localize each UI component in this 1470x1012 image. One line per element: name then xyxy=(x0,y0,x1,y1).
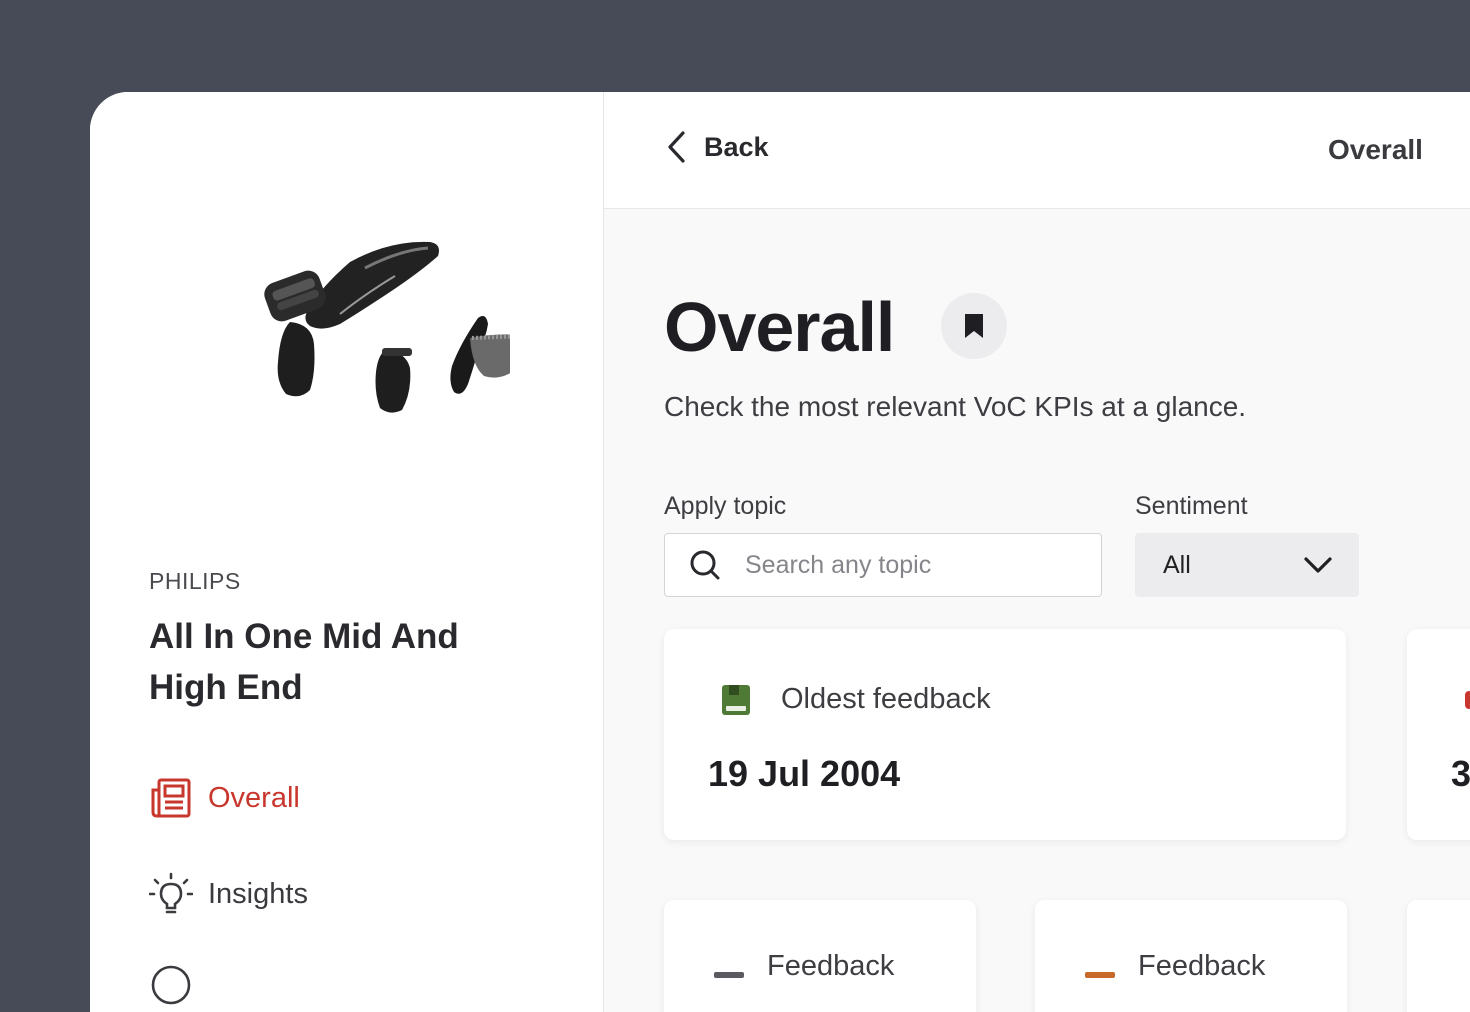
bookmark-button[interactable] xyxy=(941,293,1007,359)
sidebar-item-label: Insights xyxy=(208,877,308,910)
kpi-card: 3 xyxy=(1407,629,1470,840)
sentiment-select[interactable]: All xyxy=(1135,533,1359,597)
search-icon xyxy=(689,549,721,581)
back-label: Back xyxy=(704,131,769,162)
feedback-icon xyxy=(1085,972,1115,978)
main-content: Back Overall Overall Check the most rele… xyxy=(604,92,1470,1012)
topic-label: Apply topic xyxy=(664,492,787,520)
kpi-icon xyxy=(1465,691,1470,709)
kpi-value: 3 xyxy=(1451,753,1470,794)
feedback-card-label: Feedback xyxy=(1138,950,1266,982)
top-bar: Back Overall xyxy=(604,92,1470,209)
app-window: PHILIPS All In One Mid And High End Over… xyxy=(90,92,1470,1012)
back-button[interactable]: Back xyxy=(666,130,769,164)
circle-icon xyxy=(148,962,194,1008)
search-input[interactable] xyxy=(743,549,1087,581)
lightbulb-icon xyxy=(148,871,194,917)
sidebar-item-insights[interactable]: Insights xyxy=(148,871,308,917)
kpi-card-oldest-feedback: Oldest feedback 19 Jul 2004 xyxy=(664,629,1346,840)
product-name: All In One Mid And High End xyxy=(149,617,459,707)
bookmark-icon xyxy=(963,312,985,340)
newspaper-icon xyxy=(148,775,194,821)
brand-name: PHILIPS xyxy=(149,568,241,594)
page-subtitle: Check the most relevant VoC KPIs at a gl… xyxy=(664,391,1247,422)
feedback-card: Feedback xyxy=(664,900,976,1012)
feedback-icon xyxy=(714,972,744,978)
kpi-value: 19 Jul 2004 xyxy=(708,753,901,794)
kpi-label: Oldest feedback xyxy=(781,683,991,715)
page-title: Overall xyxy=(664,288,895,366)
topbar-title: Overall xyxy=(1328,134,1423,165)
sidebar-item-third[interactable] xyxy=(148,962,208,1008)
chevron-down-icon xyxy=(1303,556,1333,574)
sentiment-value: All xyxy=(1163,550,1191,579)
feedback-card-label: Feedback xyxy=(767,950,895,982)
topic-search xyxy=(664,533,1102,597)
product-image xyxy=(264,241,510,413)
sidebar-item-overall[interactable]: Overall xyxy=(148,775,300,821)
chevron-left-icon xyxy=(666,130,688,164)
sentiment-label: Sentiment xyxy=(1135,492,1248,520)
sidebar: PHILIPS All In One Mid And High End Over… xyxy=(90,92,604,1012)
feedback-card xyxy=(1407,900,1470,1012)
sidebar-item-label: Overall xyxy=(208,781,300,814)
feedback-card: Feedback xyxy=(1035,900,1347,1012)
book-icon xyxy=(721,684,751,716)
